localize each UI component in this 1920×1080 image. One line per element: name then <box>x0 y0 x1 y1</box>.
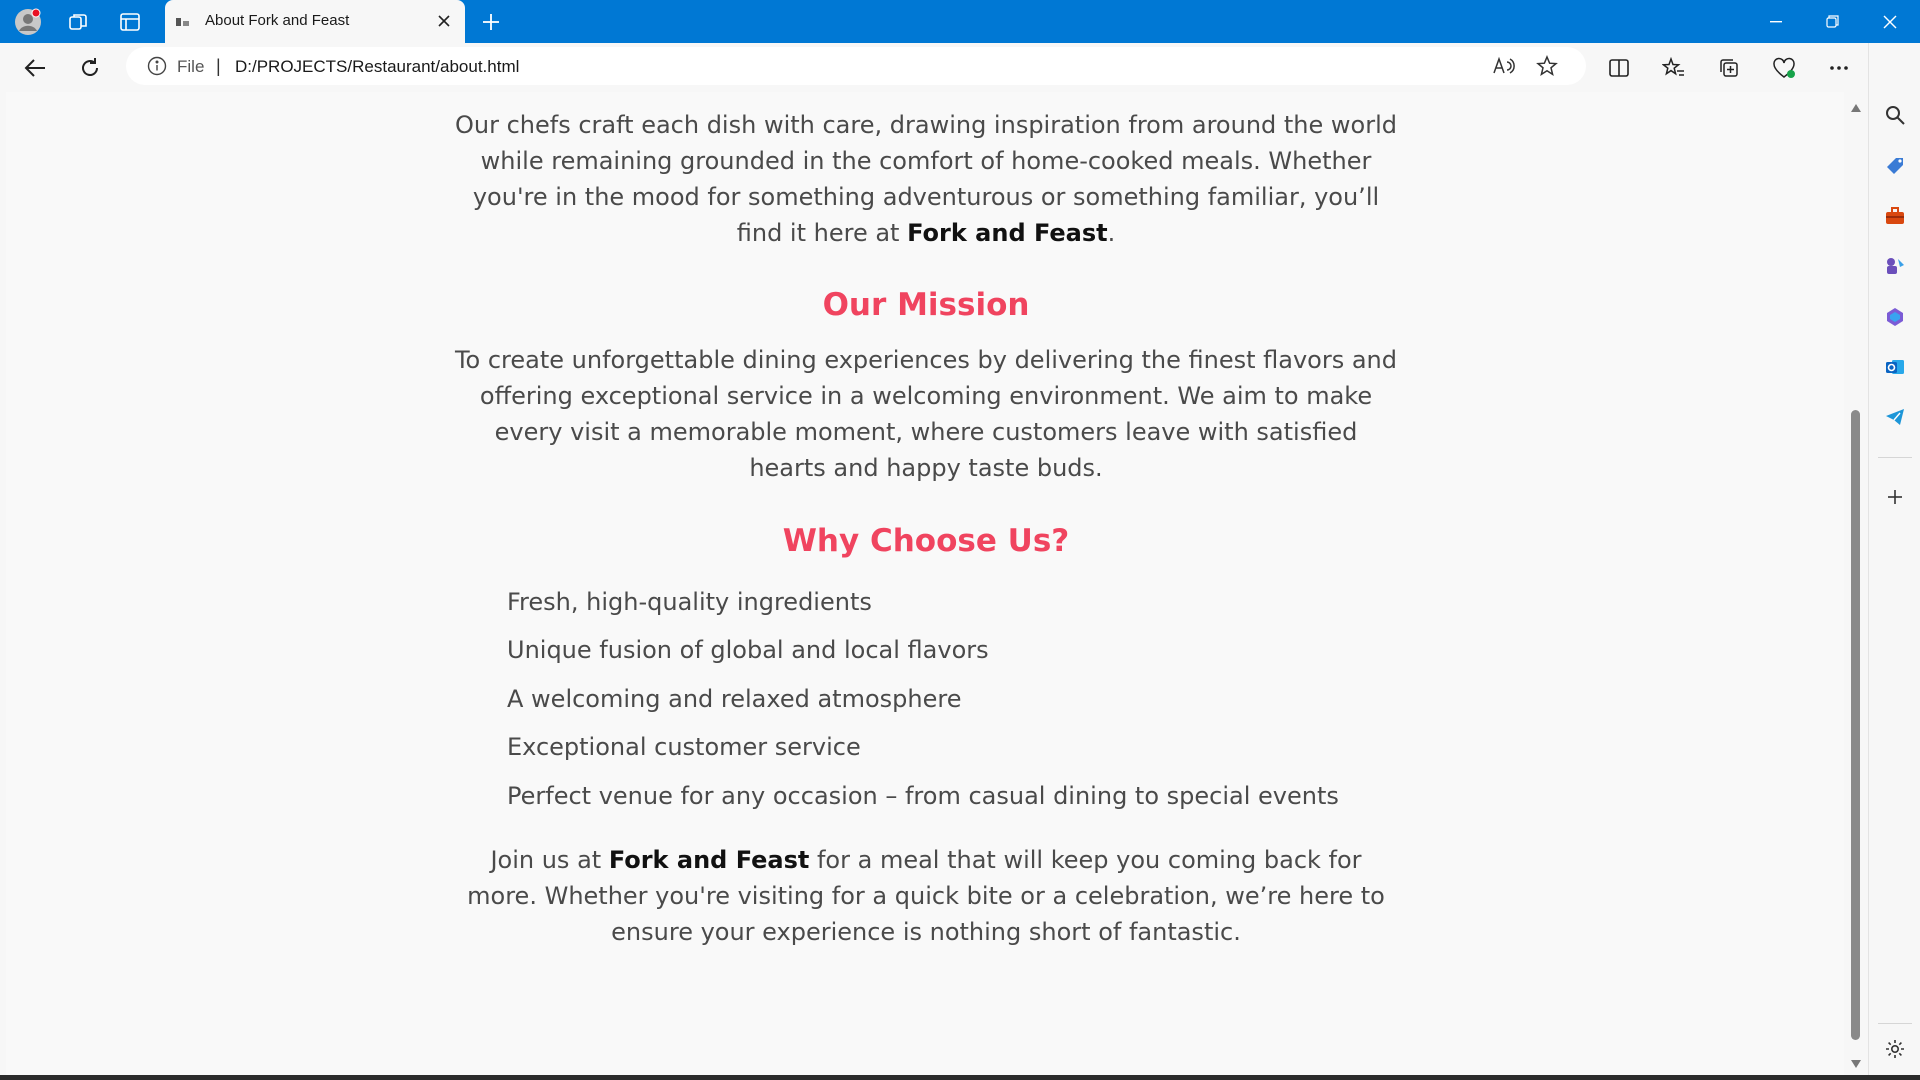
more-options-icon[interactable] <box>1824 53 1854 83</box>
page-favicon-icon <box>175 14 191 33</box>
restore-button[interactable] <box>1804 0 1860 43</box>
file-scheme-label: File <box>177 57 205 76</box>
url-text[interactable]: D:/PROJECTS/Restaurant/about.html <box>235 57 519 77</box>
browser-essentials-icon[interactable] <box>1769 53 1799 83</box>
shopping-tag-icon[interactable] <box>1881 152 1909 180</box>
tools-icon[interactable] <box>1881 202 1909 230</box>
tab-title: About Fork and Feast <box>205 12 350 29</box>
back-arrow-icon[interactable] <box>20 53 50 83</box>
minimize-button[interactable] <box>1748 0 1804 43</box>
list-item: Unique fusion of global and local flavor… <box>507 636 989 664</box>
navigation-bar: File | D:/PROJECTS/Restaurant/about.html <box>0 43 1920 92</box>
microsoft-365-icon[interactable] <box>1881 303 1909 331</box>
split-screen-icon[interactable] <box>1604 53 1634 83</box>
read-aloud-icon[interactable] <box>1491 53 1517 79</box>
closing-paragraph: Join us at Fork and Feast for a meal tha… <box>453 842 1399 950</box>
why-choose-us-heading: Why Choose Us? <box>782 523 1070 559</box>
favorites-icon[interactable] <box>1659 53 1689 83</box>
closing-brand-name: Fork and Feast <box>608 846 810 874</box>
list-item: Fresh, high-quality ingredients <box>507 588 872 616</box>
intro-paragraph: Our chefs craft each dish with care, dra… <box>453 107 1399 251</box>
closing-lead: Join us at <box>490 846 609 874</box>
vertical-tabs-icon[interactable] <box>116 8 144 36</box>
games-icon[interactable] <box>1881 252 1909 280</box>
edge-sidebar <box>1868 43 1920 1080</box>
window-bottom-edge <box>0 1075 1920 1080</box>
workspaces-icon[interactable] <box>64 8 92 36</box>
close-window-button[interactable] <box>1862 0 1918 43</box>
collections-icon[interactable] <box>1714 53 1744 83</box>
sidebar-divider <box>1878 457 1912 458</box>
address-bar[interactable]: File | D:/PROJECTS/Restaurant/about.html <box>126 47 1586 85</box>
scroll-thumb[interactable] <box>1851 410 1860 1040</box>
info-icon[interactable] <box>144 53 170 79</box>
scroll-down-arrow-icon[interactable] <box>1850 1054 1862 1073</box>
favorite-star-icon[interactable] <box>1534 53 1560 79</box>
list-item: Perfect venue for any occasion – from ca… <box>507 782 1339 810</box>
scroll-up-arrow-icon[interactable] <box>1850 98 1862 117</box>
close-tab-icon[interactable] <box>433 10 455 32</box>
tab-about-fork-and-feast[interactable]: About Fork and Feast <box>165 0 465 43</box>
profile-avatar-icon[interactable] <box>14 8 42 36</box>
page-viewport: Our chefs craft each dish with care, dra… <box>6 92 1844 1075</box>
new-tab-icon[interactable] <box>477 8 505 36</box>
mission-heading: Our Mission <box>822 287 1030 323</box>
mission-paragraph: To create unforgettable dining experienc… <box>454 346 1398 482</box>
telegram-icon[interactable] <box>1881 403 1909 431</box>
add-sidebar-app-icon[interactable] <box>1881 483 1909 511</box>
refresh-icon[interactable] <box>75 53 105 83</box>
search-icon[interactable] <box>1881 101 1909 129</box>
settings-gear-icon[interactable] <box>1881 1035 1909 1063</box>
outlook-icon[interactable] <box>1881 353 1909 381</box>
sidebar-divider <box>1878 1023 1912 1024</box>
list-item: Exceptional customer service <box>507 733 861 761</box>
intro-end: . <box>1107 219 1116 247</box>
list-item: A welcoming and relaxed atmosphere <box>507 685 962 713</box>
address-separator: | <box>216 56 221 76</box>
intro-brand-name: Fork and Feast <box>907 219 1108 247</box>
vertical-scrollbar[interactable] <box>1846 92 1866 1075</box>
title-bar: About Fork and Feast <box>0 0 1920 43</box>
